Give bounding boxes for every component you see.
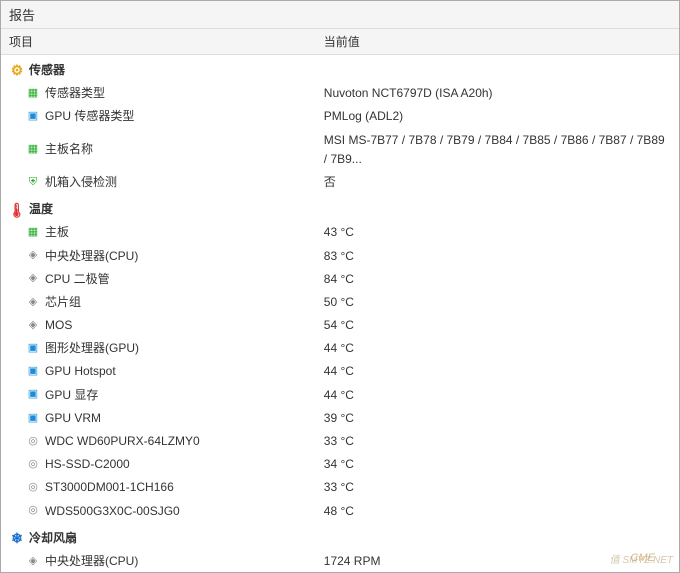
cpu-icon: ◈ [25, 554, 41, 570]
table-row: ▦ 主板 43 °C [1, 221, 679, 244]
row-label: WDC WD60PURX-64LZMY0 [45, 432, 200, 451]
shield-icon: ⛨ [25, 175, 41, 191]
row-label: 图形处理器(GPU) [45, 339, 139, 358]
watermark: 值 SMYZ.NET [610, 551, 673, 566]
temp-section-icon: 🌡 [9, 202, 25, 218]
cpu-icon: ◈ [25, 294, 41, 310]
col-header-item: 项目 [1, 29, 316, 55]
section-label: 冷却风扇 [29, 529, 77, 548]
table-row: ◎ HS-SSD-C2000 34 °C [1, 453, 679, 476]
row-label: 主板 [45, 223, 69, 242]
main-window: 报告 项目 当前值 ⚙ 传感器 ▦ 传感器类型 Nuvoton NCT6797D… [0, 0, 680, 573]
row-value: 44 °C [316, 337, 679, 360]
mos-icon: ◈ [25, 318, 41, 334]
section-label: 温度 [29, 200, 53, 219]
row-label: GPU Hotspot [45, 362, 116, 381]
table-row: ◈ MOS 54 °C [1, 314, 679, 337]
section-header: ❄ 冷却风扇 [1, 523, 679, 550]
table-row: ▦ 主板名称 MSI MS-7B77 / 7B78 / 7B79 / 7B84 … [1, 129, 679, 171]
gpu-icon: ▣ [25, 109, 41, 125]
row-value: 44 °C [316, 384, 679, 407]
row-label: 传感器类型 [45, 84, 105, 103]
fan-section-icon: ❄ [9, 530, 25, 546]
row-label: GPU 传感器类型 [45, 107, 134, 126]
row-value: 39 °C [316, 407, 679, 430]
row-label: MOS [45, 316, 72, 335]
drive-icon: ◎ [25, 503, 41, 519]
mb2-icon: ▦ [25, 142, 41, 158]
row-value: 50 °C [316, 291, 679, 314]
row-value: 43 °C [316, 221, 679, 244]
row-label: 主板名称 [45, 140, 93, 159]
mb-icon: ▦ [25, 86, 41, 102]
row-value: 33 °C [316, 430, 679, 453]
table-row: ▣ GPU Hotspot 44 °C [1, 360, 679, 383]
gpu-icon: ▣ [25, 387, 41, 403]
table-row: ◈ 芯片组 50 °C [1, 291, 679, 314]
title-bar: 报告 [1, 1, 679, 29]
scroll-area[interactable]: 项目 当前值 ⚙ 传感器 ▦ 传感器类型 Nuvoton NCT6797D (I… [1, 29, 679, 572]
row-label: HS-SSD-C2000 [45, 455, 130, 474]
row-value: 83 °C [316, 245, 679, 268]
drive-icon: ◎ [25, 480, 41, 496]
row-label: 中央处理器(CPU) [45, 552, 138, 571]
row-label: 中央处理器(CPU) [45, 247, 138, 266]
row-label: WDS500G3X0C-00SJG0 [45, 502, 180, 521]
table-row: ◎ WDC WD60PURX-64LZMY0 33 °C [1, 430, 679, 453]
row-value: 33 °C [316, 476, 679, 499]
gpu-icon: ▣ [25, 364, 41, 380]
mb-icon: ▦ [25, 225, 41, 241]
row-value: 34 °C [316, 453, 679, 476]
row-value: PMLog (ADL2) [316, 105, 679, 128]
row-value: 44 °C [316, 360, 679, 383]
gpu-icon: ▣ [25, 410, 41, 426]
drive-icon: ◎ [25, 457, 41, 473]
row-label: CPU 二极管 [45, 270, 110, 289]
col-header-value: 当前值 [316, 29, 679, 55]
section-label: 传感器 [29, 61, 65, 80]
table-row: ▣ GPU VRM 39 °C [1, 407, 679, 430]
section-header: 🌡 温度 [1, 194, 679, 221]
row-value: 否 [316, 171, 679, 194]
row-value: MSI MS-7B77 / 7B78 / 7B79 / 7B84 / 7B85 … [316, 129, 679, 171]
table-row: ◈ 中央处理器(CPU) 83 °C [1, 245, 679, 268]
table-row: ◈ CPU 二极管 84 °C [1, 268, 679, 291]
row-label: 机箱入侵检测 [45, 173, 117, 192]
row-value: 84 °C [316, 268, 679, 291]
row-value: 48 °C [316, 500, 679, 523]
gpu-icon: ▣ [25, 341, 41, 357]
window-title: 报告 [9, 5, 35, 24]
table-row: ▣ 图形处理器(GPU) 44 °C [1, 337, 679, 360]
data-table: 项目 当前值 ⚙ 传感器 ▦ 传感器类型 Nuvoton NCT6797D (I… [1, 29, 679, 572]
table-row: ◈ 中央处理器(CPU) 1724 RPM [1, 550, 679, 572]
cpu-icon: ◈ [25, 271, 41, 287]
row-label: GPU VRM [45, 409, 101, 428]
sensor-section-icon: ⚙ [9, 63, 25, 79]
table-row: ◎ WDS500G3X0C-00SJG0 48 °C [1, 500, 679, 523]
row-value: 54 °C [316, 314, 679, 337]
table-row: ◎ ST3000DM001-1CH166 33 °C [1, 476, 679, 499]
section-header: ⚙ 传感器 [1, 55, 679, 83]
table-row: ▦ 传感器类型 Nuvoton NCT6797D (ISA A20h) [1, 82, 679, 105]
cpu-icon: ◈ [25, 248, 41, 264]
row-label: GPU 显存 [45, 386, 98, 405]
row-label: ST3000DM001-1CH166 [45, 478, 174, 497]
drive-icon: ◎ [25, 434, 41, 450]
row-label: 芯片组 [45, 293, 81, 312]
row-value: Nuvoton NCT6797D (ISA A20h) [316, 82, 679, 105]
table-row: ⛨ 机箱入侵检测 否 [1, 171, 679, 194]
table-row: ▣ GPU 传感器类型 PMLog (ADL2) [1, 105, 679, 128]
table-row: ▣ GPU 显存 44 °C [1, 384, 679, 407]
